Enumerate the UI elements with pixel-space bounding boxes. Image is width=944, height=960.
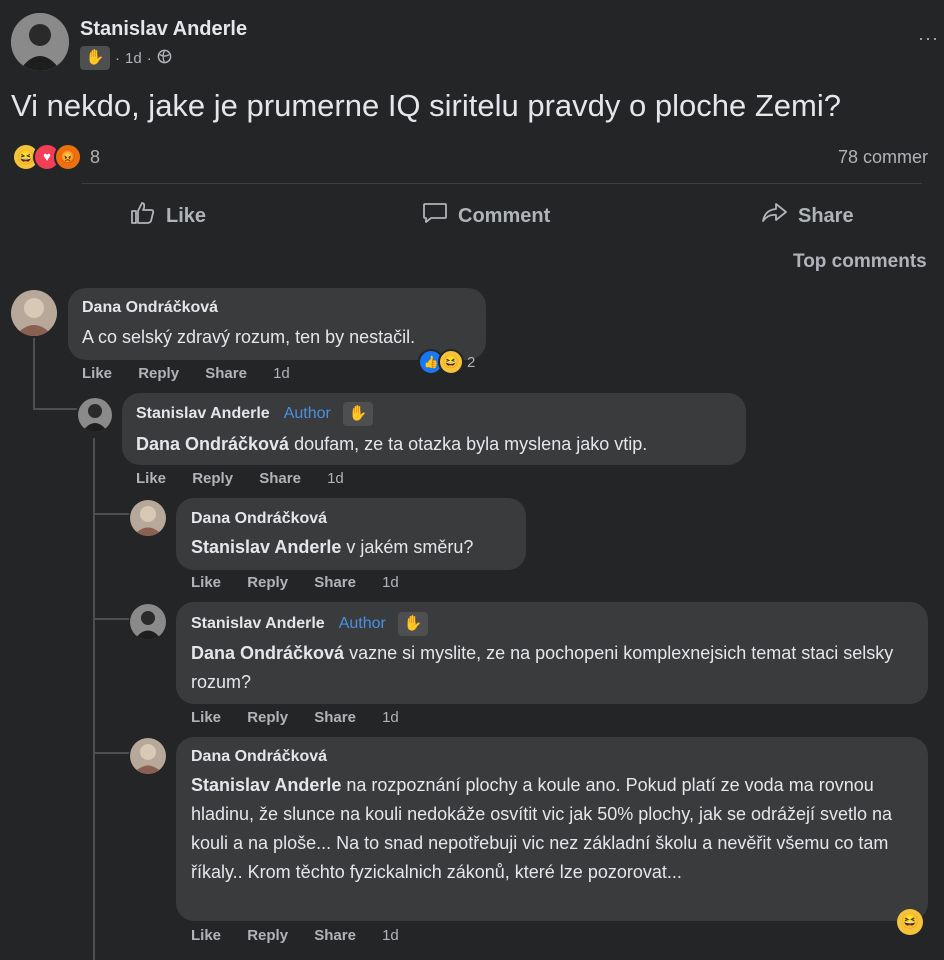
comment-label: Comment: [458, 204, 551, 227]
comment-time[interactable]: 1d: [382, 709, 399, 726]
like-label: Like: [166, 204, 207, 227]
post-time[interactable]: 1d: [125, 50, 142, 67]
comment-like-button[interactable]: Like: [82, 365, 112, 382]
comment-text-row: Stanislav Anderle v jakém směru?: [191, 533, 473, 562]
comment-button[interactable]: Comment: [422, 201, 550, 231]
thread-line: [33, 408, 77, 410]
author-badge: Author: [283, 405, 331, 422]
comment-author[interactable]: Dana Ondráčková: [82, 299, 218, 317]
comment-author-row: Stanislav Anderle Author ✋: [136, 402, 373, 426]
comment-reply-button[interactable]: Reply: [247, 709, 288, 726]
comment-like-button[interactable]: Like: [136, 470, 166, 487]
thread-line: [93, 438, 95, 960]
commenter-avatar[interactable]: [130, 738, 166, 774]
haha-reaction-icon[interactable]: 😆: [897, 909, 923, 935]
thread-line: [33, 338, 35, 410]
comment-share-button[interactable]: Share: [314, 927, 356, 944]
comment-reply-button[interactable]: Reply: [138, 365, 179, 382]
share-icon: [760, 201, 798, 231]
thread-line: [93, 752, 129, 754]
like-button[interactable]: Like: [130, 201, 206, 231]
comment-author-row: Stanislav Anderle Author ✋: [191, 612, 428, 636]
comment-mention[interactable]: Dana Ondráčková: [191, 643, 344, 663]
comment-text: A co selský zdravý rozum, ten by nestači…: [82, 327, 416, 347]
member-badge-icon: ✋: [397, 612, 428, 636]
comment-time[interactable]: 1d: [273, 365, 290, 382]
divider: [82, 183, 922, 184]
comment-icon: [422, 201, 458, 231]
commenter-avatar[interactable]: [130, 500, 166, 536]
comment-share-button[interactable]: Share: [314, 709, 356, 726]
comment-author[interactable]: Stanislav Anderle: [191, 615, 325, 633]
comment-actions: Like Reply Share 1d: [191, 709, 421, 726]
comment-text-row: Dana Ondráčková vazne si myslite, ze na …: [191, 639, 906, 697]
comment-mention[interactable]: Stanislav Anderle: [191, 537, 341, 557]
comment-text-row: Stanislav Anderle na rozpoznání plochy a…: [191, 771, 906, 887]
member-badge-icon: ✋: [342, 402, 373, 426]
comment-actions: Like Reply Share 1d: [191, 574, 421, 591]
comment-time[interactable]: 1d: [327, 470, 344, 487]
comment-text: doufam, ze ta otazka byla myslena jako v…: [289, 434, 648, 454]
share-label: Share: [798, 204, 854, 227]
comment-author[interactable]: Dana Ondráčková: [191, 748, 327, 766]
comment-like-button[interactable]: Like: [191, 927, 221, 944]
comment-reaction-count: 2: [467, 353, 476, 371]
comment-actions: Like Reply Share 1d: [82, 365, 312, 382]
comment-author[interactable]: Stanislav Anderle: [136, 405, 270, 423]
thumbs-up-icon: [130, 201, 166, 231]
commenter-avatar[interactable]: [130, 604, 166, 640]
comment-share-button[interactable]: Share: [205, 365, 247, 382]
sort-comments-dropdown[interactable]: Top comments: [793, 251, 927, 273]
comment-like-button[interactable]: Like: [191, 574, 221, 591]
comment-author[interactable]: Dana Ondráčková: [191, 510, 327, 528]
comment-reactions[interactable]: 👍 😆 2: [418, 349, 475, 375]
comment-text: v jakém směru?: [341, 537, 474, 557]
comment-share-button[interactable]: Share: [259, 470, 301, 487]
haha-reaction-icon: 😆: [438, 349, 464, 375]
more-options-icon[interactable]: ···: [918, 28, 939, 49]
comment-text-row: Dana Ondráčková doufam, ze ta otazka byl…: [136, 430, 647, 459]
comment-mention[interactable]: Stanislav Anderle: [191, 775, 341, 795]
post-author-name[interactable]: Stanislav Anderle: [80, 18, 247, 41]
angry-reaction-icon: 😡: [54, 143, 82, 171]
comment-time[interactable]: 1d: [382, 574, 399, 591]
comment-reply-button[interactable]: Reply: [247, 927, 288, 944]
post-text: Vi nekdo, jake je prumerne IQ siritelu p…: [11, 88, 841, 123]
post-meta: ✋ · 1d ·: [80, 46, 172, 70]
comment-like-button[interactable]: Like: [191, 709, 221, 726]
globe-icon: [157, 49, 172, 68]
commenter-avatar[interactable]: [11, 290, 57, 336]
comments-count[interactable]: 78 commer: [838, 147, 928, 168]
thread-line: [93, 618, 129, 620]
comment-reply-button[interactable]: Reply: [192, 470, 233, 487]
comment-actions: Like Reply Share 1d: [191, 927, 421, 944]
thread-line: [93, 513, 129, 515]
share-button[interactable]: Share: [760, 201, 854, 231]
author-badge: Author: [338, 615, 386, 632]
comment-time[interactable]: 1d: [382, 927, 399, 944]
member-badge-icon: ✋: [80, 46, 110, 70]
comment-actions: Like Reply Share 1d: [136, 470, 366, 487]
reaction-summary[interactable]: 😆 ♥ 😡 8: [12, 143, 100, 171]
comment-share-button[interactable]: Share: [314, 574, 356, 591]
post-author-avatar[interactable]: [11, 13, 69, 71]
commenter-avatar[interactable]: [78, 398, 112, 432]
comment-reply-button[interactable]: Reply: [247, 574, 288, 591]
reaction-count: 8: [90, 146, 101, 167]
comment-mention[interactable]: Dana Ondráčková: [136, 434, 289, 454]
